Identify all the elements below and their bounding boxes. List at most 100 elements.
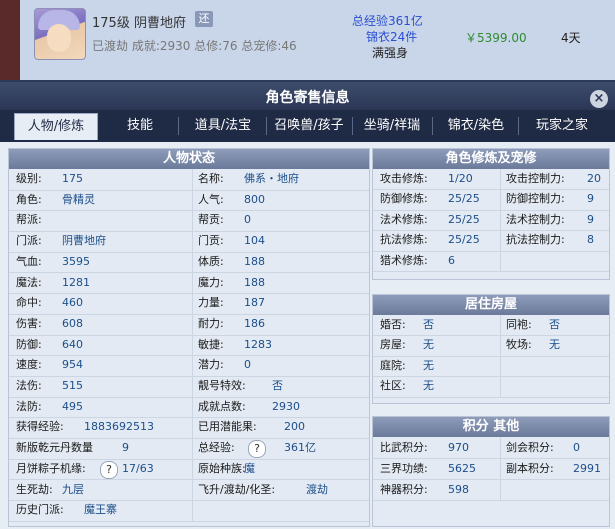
tab-skills[interactable]: 技能 bbox=[104, 113, 176, 139]
status-row: 级别: 175 名称: 佛系・地府 bbox=[9, 169, 369, 191]
column-divider bbox=[192, 417, 193, 439]
cultivation-value: 9 bbox=[587, 192, 594, 206]
status-value: 2930 bbox=[272, 399, 300, 413]
points-value: 2991 bbox=[573, 462, 601, 475]
status-value: 否 bbox=[272, 379, 283, 392]
status-value: 0 bbox=[244, 358, 251, 372]
role-sale-dialog: 角色寄售信息 × 人物/修炼 技能 道具/法宝 召唤兽/孩子 坐骑/祥瑞 锦衣/… bbox=[0, 80, 615, 529]
status-label: 命中: bbox=[16, 296, 42, 310]
status-value: 495 bbox=[62, 399, 83, 413]
status-row: 速度: 954 潜力: 0 bbox=[9, 355, 369, 377]
cultivation-row: 法术修炼: 25/25 法术控制力: 9 bbox=[373, 209, 609, 232]
tab-costumes[interactable]: 锦衣/染色 bbox=[436, 113, 516, 139]
tab-bar: 人物/修炼 技能 道具/法宝 召唤兽/孩子 坐骑/祥瑞 锦衣/染色 玩家之家 bbox=[0, 110, 615, 142]
column-divider bbox=[192, 313, 193, 335]
points-row: 神器积分: 598 bbox=[373, 479, 609, 501]
tab-mounts[interactable]: 坐骑/祥瑞 bbox=[354, 113, 430, 139]
housing-value: 无 bbox=[549, 338, 560, 352]
status-row: 气血: 3595 体质: 188 bbox=[9, 251, 369, 274]
housing-label: 婚否: bbox=[380, 318, 406, 331]
housing-row: 房屋: 无 牧场: 无 bbox=[373, 335, 609, 357]
status-row: 魔法: 1281 魔力: 188 bbox=[9, 272, 369, 295]
column-divider bbox=[192, 231, 193, 252]
tab-divider bbox=[266, 117, 267, 135]
cultivation-row: 防御修炼: 25/25 防御控制力: 9 bbox=[373, 189, 609, 211]
housing-value: 否 bbox=[549, 318, 560, 331]
tab-divider bbox=[178, 117, 179, 135]
status-value: 175 bbox=[62, 172, 83, 185]
costume-count-link[interactable]: 锦衣24件 bbox=[366, 28, 417, 45]
status-label: 力量: bbox=[198, 296, 224, 310]
housing-value: 无 bbox=[423, 379, 434, 393]
days-left: 4天 bbox=[561, 31, 581, 45]
cultivation-row: 猎术修炼: 6 bbox=[373, 250, 609, 272]
status-label: 潜力: bbox=[198, 358, 224, 372]
strength-note: 满强身 bbox=[372, 46, 409, 60]
housing-panel: 居住房屋 婚否: 否同袍: 否房屋: 无牧场: 无庭院: 无社区: 无 bbox=[372, 294, 610, 404]
column-divider bbox=[500, 437, 501, 458]
status-label: 飞升/渡劫/化圣: bbox=[198, 482, 276, 496]
dialog-title: 角色寄售信息 bbox=[265, 90, 350, 106]
status-value: 9 bbox=[122, 441, 129, 455]
tab-player-home[interactable]: 玩家之家 bbox=[522, 113, 602, 139]
status-label: 耐力: bbox=[198, 316, 224, 330]
status-value: 954 bbox=[62, 358, 83, 372]
status-value: 1281 bbox=[62, 275, 90, 289]
tag-badge[interactable]: 还 bbox=[195, 11, 213, 27]
status-label: 体质: bbox=[198, 254, 224, 268]
cultivation-row: 抗法修炼: 25/25 抗法控制力: 8 bbox=[373, 230, 609, 252]
status-value: 608 bbox=[62, 316, 83, 330]
housing-label: 同袍: bbox=[506, 318, 532, 331]
points-value: 970 bbox=[448, 441, 469, 454]
tab-divider bbox=[432, 117, 433, 135]
column-divider bbox=[500, 335, 501, 356]
help-icon[interactable]: ? bbox=[100, 460, 118, 479]
tab-character[interactable]: 人物/修炼 bbox=[14, 113, 98, 140]
status-label: 帮派: bbox=[16, 213, 42, 227]
column-divider bbox=[192, 334, 193, 356]
cultivation-panel: 角色修炼及宠修 攻击修炼: 1/20 攻击控制力: 20 防御修炼: 25/25 防御控制力… bbox=[372, 148, 610, 280]
cultivation-value: 20 bbox=[587, 172, 601, 185]
status-value: 200 bbox=[284, 420, 305, 434]
status-row: 历史门派: 魔王寨 bbox=[9, 500, 369, 522]
status-label: 生死劫: bbox=[16, 482, 53, 496]
listing-meta: 已渡劫 成就:2930 总修:76 总宠修:46 bbox=[92, 39, 297, 53]
status-value: 九层 bbox=[62, 482, 84, 496]
status-row: 获得经验: 1883692513 已用潜能果: 200 bbox=[9, 417, 369, 440]
column-divider bbox=[500, 169, 501, 190]
column-divider bbox=[192, 169, 193, 190]
column-divider bbox=[500, 230, 501, 251]
listing-row[interactable]: 175级 阴曹地府 还 已渡劫 成就:2930 总修:76 总宠修:46 总经验… bbox=[0, 0, 615, 80]
column-divider bbox=[192, 479, 193, 501]
close-icon[interactable]: × bbox=[590, 90, 608, 108]
total-exp-link[interactable]: 总经验361亿 bbox=[352, 12, 423, 29]
status-label: 月饼粽子机缘: bbox=[16, 461, 86, 475]
points-title: 积分 其他 bbox=[373, 417, 609, 437]
tab-pets[interactable]: 召唤兽/孩子 bbox=[268, 113, 350, 139]
cultivation-label: 防御修炼: bbox=[380, 192, 428, 206]
column-divider bbox=[192, 272, 193, 294]
column-divider bbox=[500, 479, 501, 500]
column-divider bbox=[192, 189, 193, 211]
status-label: 伤害: bbox=[16, 316, 42, 330]
points-row: 比武积分: 970 剑会积分: 0 bbox=[373, 437, 609, 459]
status-value: 1883692513 bbox=[84, 420, 154, 434]
points-value: 598 bbox=[448, 483, 469, 496]
status-row: 角色: 骨精灵 人气: 800 bbox=[9, 189, 369, 212]
cultivation-label: 法术控制力: bbox=[506, 212, 565, 226]
status-row: 防御: 640 敏捷: 1283 bbox=[9, 334, 369, 357]
status-value: 渡劫 bbox=[306, 482, 328, 496]
tab-divider bbox=[518, 117, 519, 135]
status-label: 法伤: bbox=[16, 379, 42, 392]
status-value: 17/63 bbox=[122, 461, 154, 475]
cultivation-value: 9 bbox=[587, 212, 594, 226]
cultivation-label: 防御控制力: bbox=[506, 192, 565, 206]
status-value: 骨精灵 bbox=[62, 192, 95, 206]
points-panel: 积分 其他 比武积分: 970 剑会积分: 0 三界功绩: 5625 副本积分: 2991 神器… bbox=[372, 416, 610, 527]
status-label: 人气: bbox=[198, 192, 224, 206]
help-icon[interactable]: ? bbox=[248, 440, 266, 459]
status-panel: 人物状态 级别: 175 名称: 佛系・地府 角色: 骨精灵 人气: 800 帮派: 帮贡: 0 门派… bbox=[8, 148, 370, 527]
housing-title: 居住房屋 bbox=[373, 295, 609, 315]
status-value: 187 bbox=[244, 296, 265, 310]
tab-items[interactable]: 道具/法宝 bbox=[182, 113, 264, 139]
